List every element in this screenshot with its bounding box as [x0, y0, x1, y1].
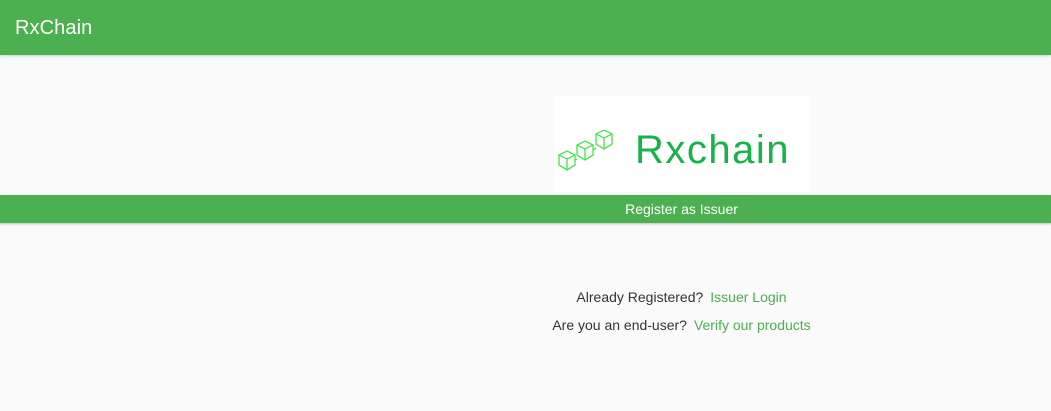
login-prompt: Already Registered? Issuer Login — [0, 287, 1051, 307]
logo: Rxchain — [554, 96, 810, 192]
register-as-issuer-button[interactable]: Register as Issuer — [0, 195, 1051, 223]
verify-question: Are you an end-user? — [552, 317, 687, 333]
app-bar: RxChain — [0, 0, 1051, 55]
app-title: RxChain — [15, 17, 93, 39]
verify-products-link[interactable]: Verify our products — [694, 317, 811, 333]
login-question: Already Registered? — [576, 289, 704, 305]
register-button-label: Register as Issuer — [625, 201, 738, 217]
issuer-login-link[interactable]: Issuer Login — [710, 289, 786, 305]
verify-prompt: Are you an end-user? Verify our products — [0, 315, 1051, 335]
logo-wordmark: Rxchain — [635, 128, 791, 172]
cubes-chain-icon — [558, 129, 613, 171]
